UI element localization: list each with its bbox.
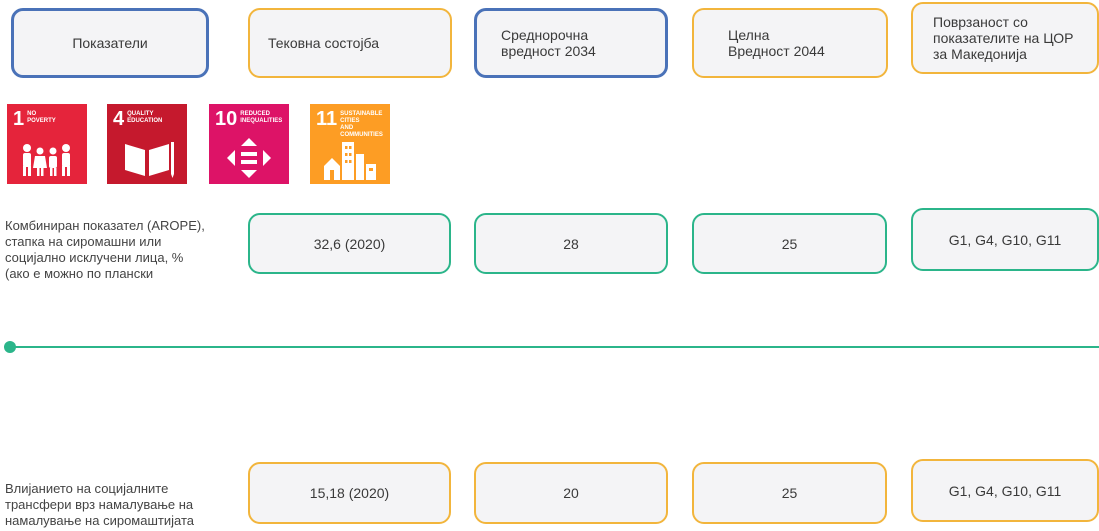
sdg-1-no-poverty-icon: 1 NO POVERTY — [7, 104, 87, 184]
sdg-4-number: 4 — [113, 108, 125, 130]
row-1-current-value-text: 32,6 (2020) — [313, 235, 386, 252]
sdg-4-quality-education-icon: 4 QUALITY EDUCATION — [107, 104, 187, 184]
header-relevance: Поврзаност со показателите на ЦОР за Мак… — [911, 2, 1099, 74]
row-1-description: Комбиниран показател (AROPE), стапка на … — [5, 218, 205, 281]
row-1-current-value: 32,6 (2020) — [248, 213, 451, 274]
family-icon — [23, 144, 70, 176]
header-target-value-label: Целна Вредност 2044 — [728, 27, 825, 59]
sdg-10-number: 10 — [215, 108, 238, 130]
row-2-description: Влијанието на социјалните трансфери врз … — [5, 481, 194, 528]
header-midterm-value-label: Среднорочна вредност 2034 — [501, 27, 596, 59]
sdg-11-number: 11 — [316, 108, 338, 130]
header-relevance-label: Поврзаност со показателите на ЦОР за Мак… — [933, 14, 1074, 62]
sdg-1-caption: NO POVERTY — [27, 111, 56, 124]
sdg-10-caption: REDUCED INEQUALITIES — [240, 111, 283, 124]
timeline-line — [10, 346, 1099, 348]
header-indicators: Показатели — [11, 8, 209, 78]
header-current-state: Тековна состојба — [248, 8, 452, 78]
row-1-relevance-text: G1, G4, G10, G11 — [948, 231, 1062, 248]
sdg-4-caption: QUALITY EDUCATION — [127, 111, 163, 124]
equality-arrows-icon — [227, 138, 271, 178]
sdg-11-sustainable-cities-icon: 11 SUSTAINABLE CITIES AND COMMUNITIES — [310, 104, 390, 184]
row-2-relevance-text: G1, G4, G10, G11 — [948, 482, 1062, 499]
sdg-1-number: 1 — [13, 108, 25, 130]
header-indicators-label: Показатели — [72, 35, 148, 51]
header-current-state-label: Тековна состојба — [268, 35, 380, 51]
row-2-relevance: G1, G4, G10, G11 — [911, 459, 1099, 522]
row-1-midterm-value-text: 28 — [563, 235, 579, 252]
row-2-midterm-value-text: 20 — [563, 485, 579, 501]
row-1-midterm-value: 28 — [474, 213, 668, 274]
row-1-target-value: 25 — [692, 213, 887, 274]
header-midterm-value: Среднорочна вредност 2034 — [474, 8, 668, 78]
sdg-10-reduced-inequalities-icon: 10 REDUCED INEQUALITIES — [209, 104, 289, 184]
row-2-current-value-text: 15,18 (2020) — [309, 485, 390, 501]
row-2-target-value: 25 — [692, 462, 887, 524]
city-buildings-icon — [324, 142, 376, 180]
row-1-relevance: G1, G4, G10, G11 — [911, 208, 1099, 271]
row-2-target-value-text: 25 — [781, 485, 798, 501]
book-icon — [125, 142, 174, 178]
row-1-target-value-text: 25 — [781, 235, 798, 252]
sdg-11-caption: SUSTAINABLE CITIES AND COMMUNITIES — [340, 111, 383, 138]
row-2-current-value: 15,18 (2020) — [248, 462, 451, 524]
header-target-value: Целна Вредност 2044 — [692, 8, 888, 78]
row-2-midterm-value: 20 — [474, 462, 668, 524]
